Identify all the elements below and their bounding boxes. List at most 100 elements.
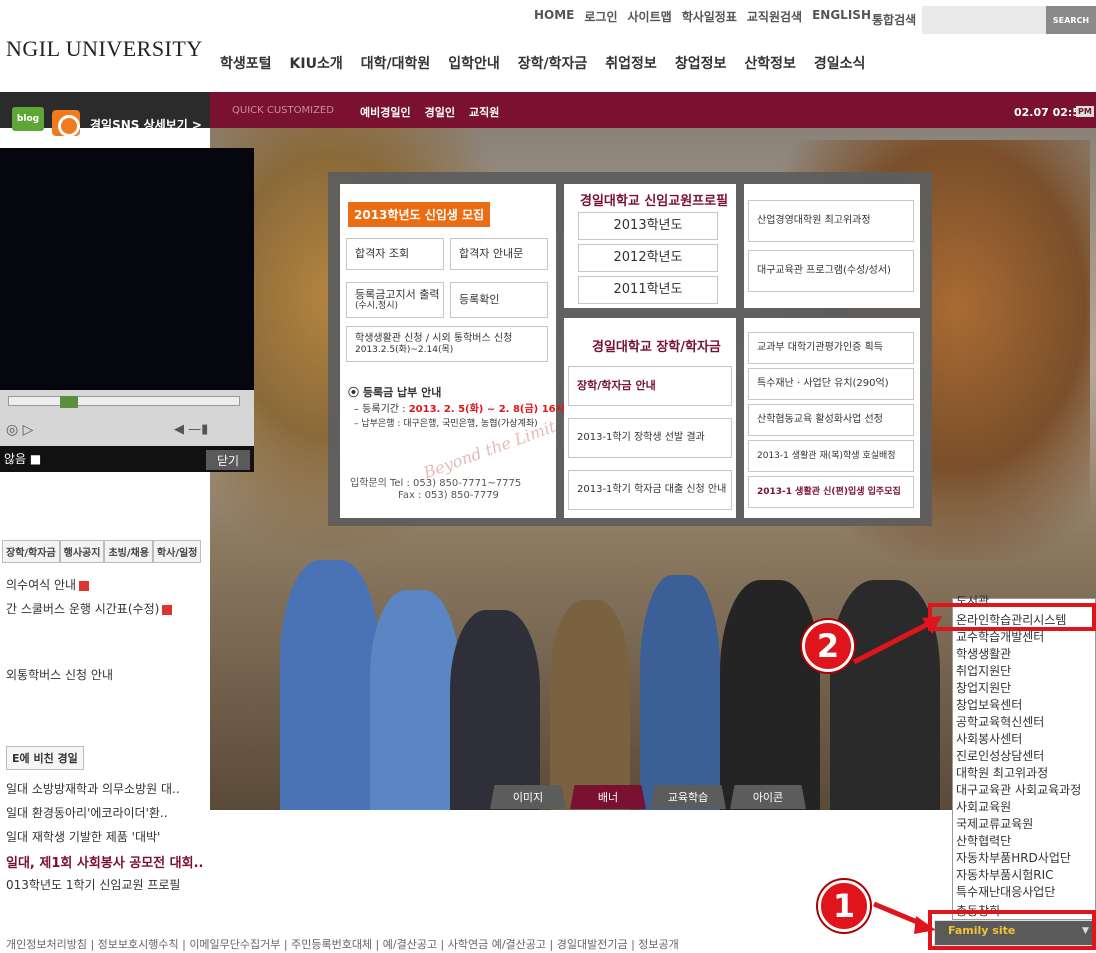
family-item-incubator[interactable]: 창업보육센터 — [956, 696, 1022, 713]
hero-person — [450, 610, 540, 810]
tab-hiring[interactable]: 초빙/채용 — [104, 540, 153, 563]
family-item-startup[interactable]: 창업지원단 — [956, 679, 1011, 696]
quick-customized-label: QUICK CUSTOMIZED — [232, 105, 334, 116]
nav-news[interactable]: 경일소식 — [814, 53, 866, 73]
nav-employment[interactable]: 취업정보 — [605, 53, 657, 73]
scholarship-info-button[interactable]: 장학/학자금 안내 — [568, 366, 732, 406]
press-item[interactable]: 일대 환경동아리'에코라이더'환.. — [6, 804, 168, 821]
video-screen[interactable] — [0, 148, 254, 390]
faculty-profile-title[interactable]: 경일대학교 신임교원프로필 — [580, 190, 728, 209]
highlight-lms — [928, 603, 1096, 631]
faculty-2011-button[interactable]: 2011학년도 — [578, 276, 718, 304]
nav-startup[interactable]: 창업정보 — [675, 53, 727, 73]
sns-o-icon[interactable] — [52, 110, 80, 137]
arrow-1-icon — [873, 901, 936, 934]
nav-industry[interactable]: 산학정보 — [744, 53, 796, 73]
tuition-bill-button[interactable]: 등록금고지서 출력 (수시,정시) — [346, 282, 444, 318]
utility-nav: HOME 로그인 사이트맵 학사일정표 교직원검색 ENGLISH — [534, 8, 871, 25]
family-item-engineering[interactable]: 공학교육혁신센터 — [956, 713, 1044, 730]
press-item-headline[interactable]: 일대, 제1회 사회봉사 공모전 대회.. — [6, 852, 203, 871]
family-item-daegu-edu[interactable]: 대구교육관 사회교육과정 — [956, 781, 1081, 798]
family-item-intl[interactable]: 국제교류교육원 — [956, 815, 1033, 832]
news-item[interactable]: 외통학버스 신청 안내 — [6, 666, 113, 683]
video-progress-knob[interactable] — [60, 396, 78, 408]
scholarship-title[interactable]: 경일대학교 장학/학자금 — [592, 336, 721, 355]
family-item-dorm[interactable]: 학생생활관 — [956, 645, 1011, 662]
new-icon — [79, 580, 90, 591]
nav-student-portal[interactable]: 학생포털 — [220, 53, 272, 73]
admission-notice-button[interactable]: 합격자 안내문 — [450, 238, 548, 270]
daegu-center-button[interactable]: 대구교육관 프로그램(수성/성서) — [748, 250, 914, 292]
hero-tab-learning[interactable]: 교육학습 — [650, 785, 726, 809]
nav-scholarship[interactable]: 장학/학자금 — [518, 53, 588, 73]
family-item-auto-ric[interactable]: 자동차부품시험RIC — [956, 866, 1054, 883]
quick-member[interactable]: 경일인 — [425, 104, 455, 120]
accreditation-button[interactable]: 교과부 대학기관평가인증 획득 — [748, 332, 914, 364]
dorm-bus-button[interactable]: 학생생활관 신청 / 시외 통학버스 신청 2013.2.5(화)~2.14(목) — [346, 326, 548, 362]
hero-tab-icon[interactable]: 아이콘 — [730, 785, 806, 809]
hero-tab-banner[interactable]: 배너 — [570, 785, 646, 809]
news-item[interactable]: 의수여식 안내 — [6, 576, 90, 593]
main-nav: 학생포털 KIU소개 대학/대학원 입학안내 장학/학자금 취업정보 창업정보 … — [220, 53, 865, 73]
play-controls-icon[interactable]: ◎ ▷ — [6, 422, 33, 438]
integrated-search-label: 통합검색 — [872, 13, 917, 27]
quick-staff[interactable]: 교직원 — [469, 104, 499, 120]
family-item-disaster[interactable]: 특수재난대응사업단 — [956, 883, 1055, 900]
press-item[interactable]: 일대 재학생 기발한 제품 '대박' — [6, 828, 160, 845]
search-input[interactable] — [922, 6, 1046, 34]
nav-about[interactable]: KIU소개 — [290, 53, 343, 73]
volume-icon[interactable]: ◀ —▮ — [174, 422, 208, 437]
family-item-industry[interactable]: 산학협력단 — [956, 832, 1011, 849]
hero-person — [550, 600, 630, 810]
blog-icon[interactable]: blog — [12, 107, 44, 131]
nav-colleges[interactable]: 대학/대학원 — [361, 53, 431, 73]
tab-events[interactable]: 행사공지 — [59, 540, 105, 563]
dorm-new-button[interactable]: 2013-1 생활관 신(편)입생 입주모집 — [748, 476, 914, 508]
admissions-title[interactable]: 2013학년도 신입생 모집 — [348, 202, 491, 227]
hero-tabs: 이미지 배너 교육학습 아이콘 — [490, 785, 806, 809]
student-loan-button[interactable]: 2013-1학기 학자금 대출 신청 안내 — [568, 470, 732, 510]
search-button[interactable]: SEARCH — [1046, 6, 1096, 34]
nav-admissions[interactable]: 입학안내 — [448, 53, 500, 73]
sns-detail-link[interactable]: 경일SNS 상세보기 > — [90, 116, 202, 133]
press-section-title[interactable]: E에 비친 경일 — [6, 746, 84, 770]
family-item-counseling[interactable]: 진로인성상담센터 — [956, 747, 1044, 764]
quick-prospective[interactable]: 예비경일인 — [360, 104, 411, 120]
dont-show-checkbox[interactable]: 않음 ■ — [4, 450, 41, 467]
video-progress-bar[interactable] — [8, 396, 240, 406]
admission-fax: Fax : 053) 850-7779 — [398, 490, 499, 501]
university-logo[interactable]: NGIL UNIVERSITY — [6, 36, 203, 62]
family-item-social-edu[interactable]: 사회교육원 — [956, 798, 1011, 815]
admission-results-button[interactable]: 합격자 조회 — [346, 238, 444, 270]
press-item[interactable]: 일대 소방방재학과 의무소방원 대.. — [6, 780, 180, 797]
family-item-volunteer[interactable]: 사회봉사센터 — [956, 730, 1022, 747]
close-button[interactable]: 닫기 — [206, 450, 250, 470]
industry-coop-button[interactable]: 산학협동교육 활성화사업 선정 — [748, 404, 914, 436]
util-sitemap-link[interactable]: 사이트맵 — [628, 8, 672, 25]
faculty-2012-button[interactable]: 2012학년도 — [578, 244, 718, 272]
disaster-project-button[interactable]: 특수재난 · 사업단 유치(290억) — [748, 368, 914, 400]
highlight-family-site — [928, 910, 1096, 950]
util-schedule-link[interactable]: 학사일정표 — [682, 8, 737, 25]
util-staff-search-link[interactable]: 교직원검색 — [747, 8, 802, 25]
press-item[interactable]: 013학년도 1학기 신임교원 프로필 — [6, 876, 180, 893]
executive-program-button[interactable]: 산업경영대학원 최고위과정 — [748, 200, 914, 242]
tab-academic[interactable]: 학사/일정 — [152, 540, 202, 563]
family-item-grad-exec[interactable]: 대학원 최고위과정 — [956, 764, 1048, 781]
faculty-2013-button[interactable]: 2013학년도 — [578, 212, 718, 240]
hero-tab-image[interactable]: 이미지 — [490, 785, 566, 809]
dorm-room-button[interactable]: 2013-1 생활관 재(복)학생 호실배정 — [748, 440, 914, 472]
scholarship-result-button[interactable]: 2013-1학기 장학생 선발 결과 — [568, 418, 732, 458]
util-home-link[interactable]: HOME — [534, 8, 574, 25]
arrow-2-icon — [852, 616, 942, 665]
news-item[interactable]: 간 스쿨버스 운행 시간표(수정) — [6, 600, 173, 617]
util-english-link[interactable]: ENGLISH — [812, 8, 871, 25]
checkbox-icon[interactable]: ■ — [30, 452, 41, 466]
family-item-auto-hrd[interactable]: 자동차부품HRD사업단 — [956, 849, 1071, 866]
util-login-link[interactable]: 로그인 — [584, 8, 617, 25]
news-item-text: 간 스쿨버스 운행 시간표(수정) — [6, 602, 160, 616]
quick-customized-menu: 예비경일인 경일인 교직원 — [360, 104, 499, 120]
registration-check-button[interactable]: 등록확인 — [450, 282, 548, 318]
family-item-career[interactable]: 취업지원단 — [956, 662, 1011, 679]
tab-scholarship[interactable]: 장학/학자금 — [2, 540, 60, 563]
